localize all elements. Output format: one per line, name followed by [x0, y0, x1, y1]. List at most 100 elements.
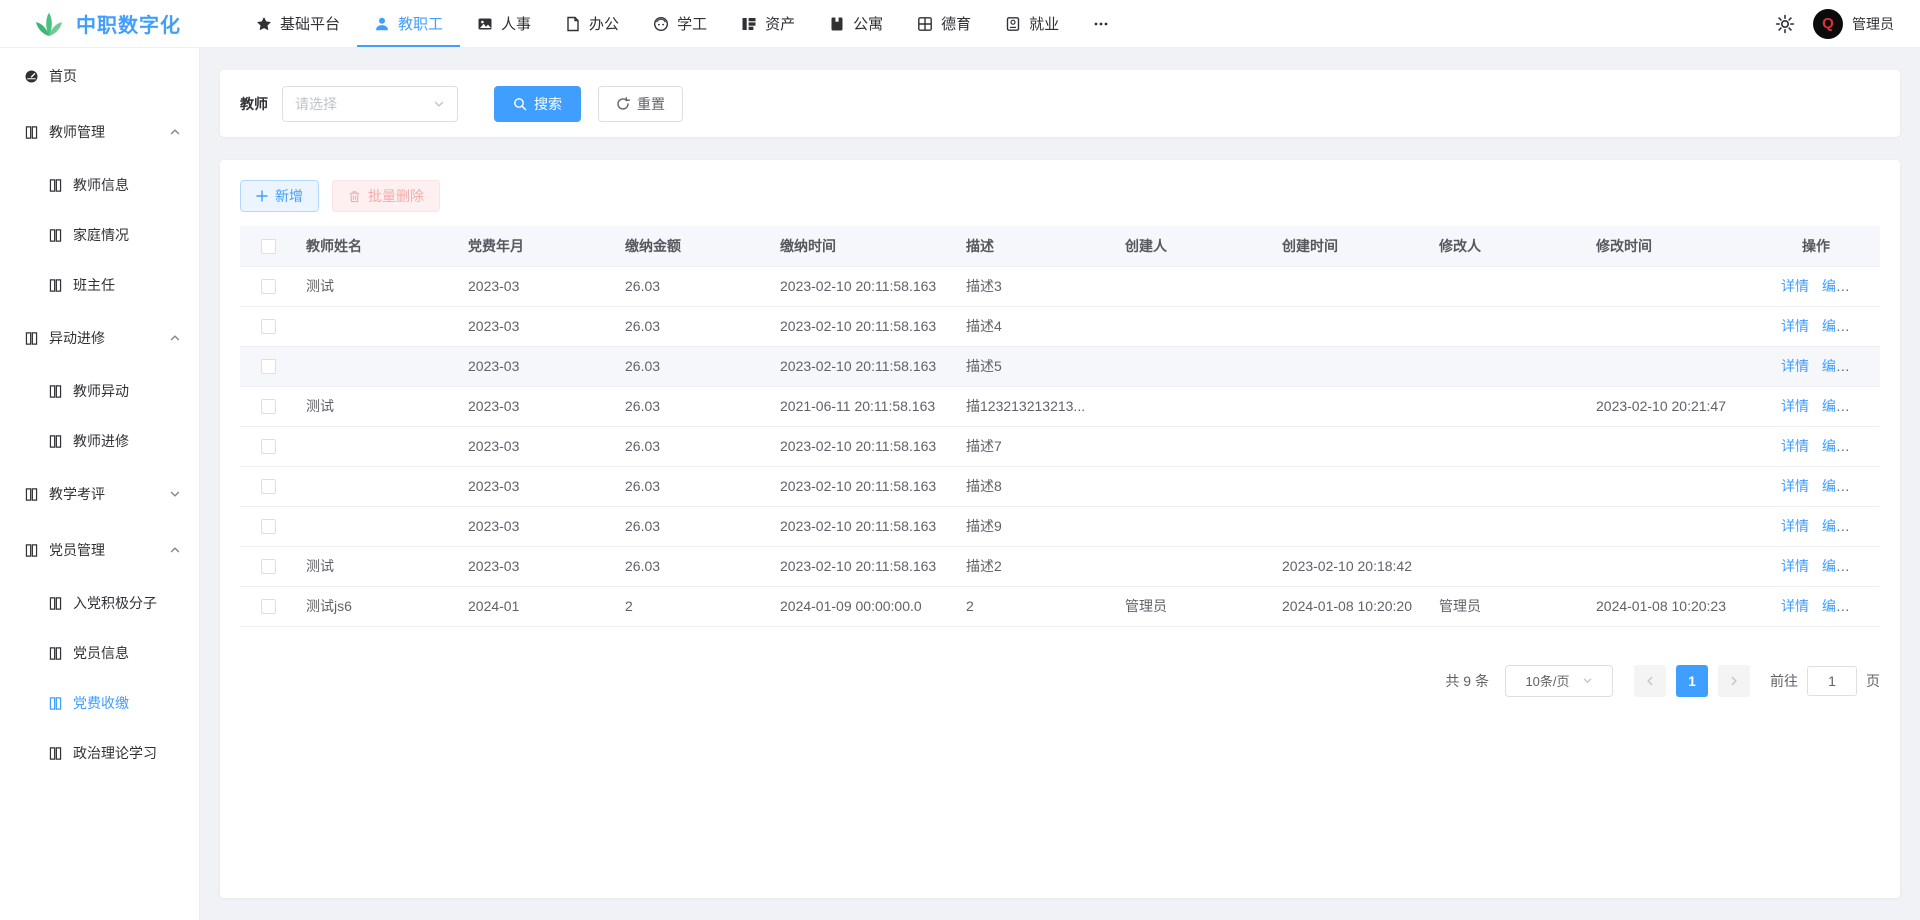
- sidebar-item[interactable]: 党员信息: [0, 628, 199, 678]
- delete-link[interactable]: 删除: [1863, 318, 1880, 334]
- detail-link[interactable]: 详情: [1781, 478, 1809, 494]
- delete-link[interactable]: 删除: [1863, 438, 1880, 454]
- search-button[interactable]: 搜索: [494, 86, 581, 122]
- top-nav-item[interactable]: 教职工: [357, 0, 460, 47]
- delete-link[interactable]: 删除: [1863, 598, 1880, 614]
- sidebar-item[interactable]: 党费收缴: [0, 678, 199, 728]
- sidebar-item[interactable]: 入党积极分子: [0, 578, 199, 628]
- sidebar-item-label: 党员管理: [49, 540, 105, 560]
- sidebar-item-label: 教师进修: [73, 431, 129, 451]
- book-icon: [48, 278, 63, 293]
- page-size-select[interactable]: 10条/页: [1505, 665, 1613, 697]
- edit-link[interactable]: 编辑: [1822, 278, 1850, 294]
- cell-description: 描述9: [956, 506, 1115, 546]
- top-nav-item[interactable]: 就业: [988, 0, 1076, 47]
- top-nav-label: 就业: [1029, 13, 1059, 34]
- page-number-current[interactable]: 1: [1676, 665, 1708, 697]
- sidebar-item[interactable]: 异动进修: [0, 310, 199, 366]
- brand[interactable]: 中职数字化: [0, 9, 239, 38]
- detail-link[interactable]: 详情: [1781, 318, 1809, 334]
- user-menu[interactable]: Q 管理员: [1813, 9, 1894, 39]
- cell-modifier: 管理员: [1429, 586, 1586, 626]
- detail-link[interactable]: 详情: [1781, 518, 1809, 534]
- sidebar-item[interactable]: 教师信息: [0, 160, 199, 210]
- edit-link[interactable]: 编辑: [1822, 398, 1850, 414]
- teacher-select[interactable]: 请选择: [282, 86, 458, 122]
- delete-link[interactable]: 删除: [1863, 558, 1880, 574]
- top-nav-item[interactable]: 公寓: [812, 0, 900, 47]
- cell-fee-month: 2023-03: [458, 346, 615, 386]
- delete-link[interactable]: 删除: [1863, 478, 1880, 494]
- cell-teacher-name: [296, 346, 458, 386]
- col-fee-month: 党费年月: [458, 226, 615, 266]
- row-checkbox[interactable]: [261, 519, 276, 534]
- detail-link[interactable]: 详情: [1781, 438, 1809, 454]
- top-nav-item[interactable]: 学工: [636, 0, 724, 47]
- table-row: 2023-03 26.03 2023-02-10 20:11:58.163 描述…: [240, 506, 1880, 546]
- reset-button[interactable]: 重置: [598, 86, 683, 122]
- edit-link[interactable]: 编辑: [1822, 558, 1850, 574]
- detail-link[interactable]: 详情: [1781, 558, 1809, 574]
- edit-link[interactable]: 编辑: [1822, 358, 1850, 374]
- row-checkbox[interactable]: [261, 599, 276, 614]
- row-checkbox[interactable]: [261, 279, 276, 294]
- sidebar-item-label: 入党积极分子: [73, 593, 157, 613]
- col-amount: 缴纳金额: [615, 226, 770, 266]
- row-checkbox[interactable]: [261, 559, 276, 574]
- cell-amount: 26.03: [615, 466, 770, 506]
- sidebar-item[interactable]: 首页: [0, 48, 199, 104]
- book-icon: [24, 125, 39, 140]
- sidebar-item[interactable]: 教学考评: [0, 466, 199, 522]
- detail-link[interactable]: 详情: [1781, 598, 1809, 614]
- batch-delete-label: 批量删除: [368, 186, 424, 206]
- edit-link[interactable]: 编辑: [1822, 478, 1850, 494]
- edit-link[interactable]: 编辑: [1822, 598, 1850, 614]
- detail-link[interactable]: 详情: [1781, 358, 1809, 374]
- cell-create-time: [1272, 346, 1429, 386]
- top-nav-label: 德育: [941, 13, 971, 34]
- cell-description: 描述2: [956, 546, 1115, 586]
- row-checkbox[interactable]: [261, 479, 276, 494]
- delete-link[interactable]: 删除: [1863, 398, 1880, 414]
- detail-link[interactable]: 详情: [1781, 398, 1809, 414]
- goto-page-input[interactable]: [1807, 666, 1857, 696]
- top-nav-item[interactable]: 资产: [724, 0, 812, 47]
- cell-create-time: [1272, 466, 1429, 506]
- batch-delete-button[interactable]: 批量删除: [332, 180, 440, 212]
- top-nav-item[interactable]: 基础平台: [239, 0, 357, 47]
- delete-link[interactable]: 删除: [1863, 278, 1880, 294]
- sidebar-item-label: 教师管理: [49, 122, 105, 142]
- delete-link[interactable]: 删除: [1863, 358, 1880, 374]
- top-nav-label: 资产: [765, 13, 795, 34]
- cell-pay-time: 2024-01-09 00:00:00.0: [770, 586, 956, 626]
- sidebar-item[interactable]: 政治理论学习: [0, 728, 199, 778]
- sidebar-item[interactable]: 教师管理: [0, 104, 199, 160]
- cell-amount: 26.03: [615, 346, 770, 386]
- book-icon: [48, 384, 63, 399]
- prev-page-button[interactable]: [1634, 665, 1666, 697]
- row-checkbox[interactable]: [261, 359, 276, 374]
- select-all-checkbox[interactable]: [261, 239, 276, 254]
- edit-link[interactable]: 编辑: [1822, 438, 1850, 454]
- sidebar-item[interactable]: 党员管理: [0, 522, 199, 578]
- chevron-left-icon: [1644, 675, 1656, 687]
- sidebar-item[interactable]: 家庭情况: [0, 210, 199, 260]
- row-checkbox[interactable]: [261, 319, 276, 334]
- edit-link[interactable]: 编辑: [1822, 518, 1850, 534]
- edit-link[interactable]: 编辑: [1822, 318, 1850, 334]
- gear-icon[interactable]: [1775, 14, 1795, 34]
- top-nav-item[interactable]: [1076, 0, 1134, 47]
- detail-link[interactable]: 详情: [1781, 278, 1809, 294]
- sidebar-item[interactable]: 班主任: [0, 260, 199, 310]
- add-button[interactable]: 新增: [240, 180, 319, 212]
- next-page-button[interactable]: [1718, 665, 1750, 697]
- sidebar-item[interactable]: 教师异动: [0, 366, 199, 416]
- sidebar-item[interactable]: 教师进修: [0, 416, 199, 466]
- top-nav-item[interactable]: 办公: [548, 0, 636, 47]
- row-checkbox[interactable]: [261, 439, 276, 454]
- delete-link[interactable]: 删除: [1863, 518, 1880, 534]
- top-nav-item[interactable]: 人事: [460, 0, 548, 47]
- top-nav-item[interactable]: 德育: [900, 0, 988, 47]
- row-checkbox[interactable]: [261, 399, 276, 414]
- top-nav-label: 基础平台: [280, 13, 340, 34]
